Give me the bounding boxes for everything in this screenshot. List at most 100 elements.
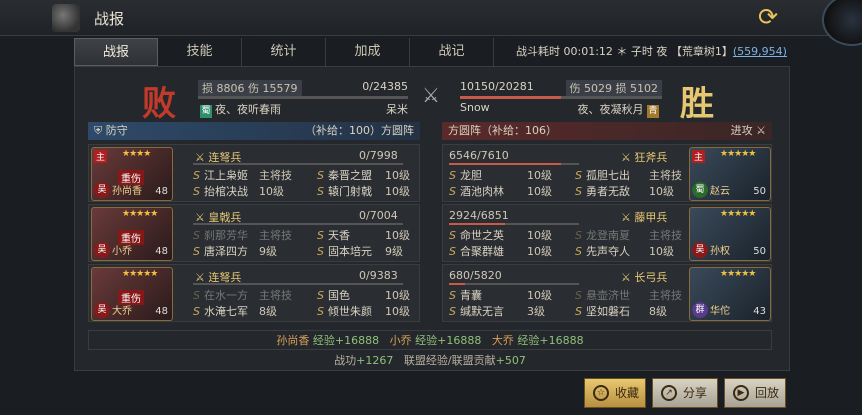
close-icon[interactable]: ⟳ xyxy=(748,4,788,30)
skill-level: 10级 xyxy=(649,185,674,198)
skill-name[interactable]: S 天香 xyxy=(317,227,350,243)
tab-bonus[interactable]: 加成 xyxy=(326,38,410,66)
merit-line: 战功+1267 联盟经验/联盟贡献+507 xyxy=(334,354,526,367)
skill-name[interactable]: S 在水一方 xyxy=(193,287,248,303)
skill-name[interactable]: S 江上枭姬 xyxy=(193,167,248,183)
game-logo-icon xyxy=(52,4,80,32)
window-title: 战报 xyxy=(94,10,125,28)
skill-name[interactable]: S 辕门射戟 xyxy=(317,183,372,199)
left-troops: 0/24385 xyxy=(362,80,408,93)
left-loss: 8806 xyxy=(216,82,245,95)
skill-name[interactable]: S 抬棺决战 xyxy=(193,183,248,199)
faction-badge: 青 xyxy=(647,105,659,118)
skill-name[interactable]: S 勇者无敌 xyxy=(575,183,630,199)
general-card[interactable]: ★★★★★ 吴 孙权 50 2924/6851 ⚔ 藤甲兵 S 命世之英 10级 S… xyxy=(442,204,772,262)
skill-level: 10级 xyxy=(385,289,410,302)
skill-name[interactable]: S 合聚群雄 xyxy=(449,243,504,259)
battle-info: 战斗耗时 00:01:12 ＊ 子时 夜 【荒章树1】(559,954) xyxy=(516,38,787,66)
skill-name[interactable]: S 固本培元 xyxy=(317,243,372,259)
star-rating: ★★★★ xyxy=(122,149,151,159)
skill-name[interactable]: S 倾世朱颜 xyxy=(317,303,372,319)
right-loss: 5102 xyxy=(630,82,658,95)
skill-level: 3级 xyxy=(527,305,545,318)
share-button[interactable]: ↗ 分享 xyxy=(652,378,718,408)
star-rating: ★★★★★ xyxy=(720,269,756,279)
skill-name[interactable]: S 酒池肉林 xyxy=(449,183,504,199)
right-result: 胜 xyxy=(680,84,714,124)
left-city: 呆米 xyxy=(386,103,408,116)
tab-battle-log[interactable]: 战记 xyxy=(410,38,494,66)
skill-name[interactable]: S 国色 xyxy=(317,287,350,303)
skill-name[interactable]: S 孤胆七出 xyxy=(575,167,630,183)
general-portrait[interactable]: ★★★★★ 群 华佗 43 xyxy=(689,267,771,321)
right-player: Snow xyxy=(460,101,490,114)
shield-icon: ⛨ xyxy=(94,124,103,137)
exp-bar: 孙尚香 经验+16888 小乔 经验+16888 大乔 经验+16888 xyxy=(88,330,772,350)
troop-bar xyxy=(193,223,403,225)
right-side-header: 方圆阵（补给：106） 进攻 ⚔ xyxy=(442,122,772,140)
skill-name[interactable]: S 缄默无言 xyxy=(449,303,504,319)
general-level: 43 xyxy=(753,306,766,317)
tab-stats[interactable]: 统计 xyxy=(242,38,326,66)
skill-name[interactable]: S 刹那芳华 xyxy=(193,227,248,243)
battle-time: 战斗耗时 00:01:12 ＊ 子时 夜 【荒章树1】 xyxy=(516,45,733,58)
skill-level: 10级 xyxy=(385,229,410,242)
skill-level: 10级 xyxy=(259,185,284,198)
general-card[interactable]: ★★★★★ 重伤 吴 小乔 48 ⚔ 皇戟兵 0/7004 S 刹那芳华 主将技 S… xyxy=(88,204,420,262)
troop-bar xyxy=(449,283,579,285)
skill-level: 主将技 xyxy=(259,169,292,182)
left-result: 败 xyxy=(142,84,176,124)
coord-link[interactable]: (559,954) xyxy=(733,45,787,58)
leader-tag: 主 xyxy=(692,150,706,163)
general-card[interactable]: 主 ★★★★ 重伤 吴 孙尚香 48 ⚔ 连弩兵 0/7998 S 江上枭姬 主将… xyxy=(88,144,420,202)
right-commander: Snow 夜、夜凝秋月 青 xyxy=(460,101,659,118)
general-card[interactable]: ★★★★★ 重伤 吴 大乔 48 ⚔ 连弩兵 0/9383 S 在水一方 主将技 S… xyxy=(88,264,420,322)
troop-count: 2924/6851 xyxy=(449,209,509,222)
left-damage: 15579 xyxy=(262,82,298,95)
orb-icon[interactable] xyxy=(822,0,862,46)
right-summary: 10150/20281 伤 5029 损 5102 xyxy=(460,80,662,96)
troop-count: 6546/7610 xyxy=(449,149,509,162)
skill-level: 10级 xyxy=(385,169,410,182)
favorite-button[interactable]: ☆ 收藏 xyxy=(584,378,646,408)
skill-name[interactable]: S 秦晋之盟 xyxy=(317,167,372,183)
unit-icon: ⚔ xyxy=(621,271,631,284)
general-card[interactable]: ★★★★★ 群 华佗 43 680/5820 ⚔ 长弓兵 S 青囊 10级 S 悬壶济… xyxy=(442,264,772,322)
skill-level: 10级 xyxy=(527,169,552,182)
star-rating: ★★★★★ xyxy=(720,149,756,159)
sword-icon: ⚔ xyxy=(756,124,766,137)
replay-button[interactable]: ▶ 回放 xyxy=(724,378,786,408)
tab-skills[interactable]: 技能 xyxy=(158,38,242,66)
skill-name[interactable]: S 青囊 xyxy=(449,287,482,303)
star-rating: ★★★★★ xyxy=(720,209,756,219)
skill-level: 10级 xyxy=(649,245,674,258)
skill-level: 10级 xyxy=(527,229,552,242)
camp-badge: 群 xyxy=(692,302,708,318)
unit-type: ⚔ 狂斧兵 xyxy=(621,151,668,164)
troop-bar xyxy=(193,283,403,285)
skill-name[interactable]: S 先声夺人 xyxy=(575,243,630,259)
general-level: 48 xyxy=(155,186,168,197)
leader-tag: 主 xyxy=(94,150,108,163)
unit-icon: ⚔ xyxy=(621,151,631,164)
skill-name[interactable]: S 命世之英 xyxy=(449,227,504,243)
general-portrait[interactable]: ★★★★★ 重伤 吴 小乔 48 xyxy=(91,207,173,261)
troop-count: 0/7004 xyxy=(359,209,398,222)
general-portrait[interactable]: 主 ★★★★★ 蜀 赵云 50 xyxy=(689,147,771,201)
tab-report[interactable]: 战报 xyxy=(74,38,158,66)
general-card[interactable]: 主 ★★★★★ 蜀 赵云 50 6546/7610 ⚔ 狂斧兵 S 龙胆 10级 S… xyxy=(442,144,772,202)
skill-name[interactable]: S 唐泽四方 xyxy=(193,243,248,259)
skill-name[interactable]: S 悬壶济世 xyxy=(575,287,630,303)
general-portrait[interactable]: ★★★★★ 重伤 吴 大乔 48 xyxy=(91,267,173,321)
general-level: 50 xyxy=(753,186,766,197)
general-portrait[interactable]: ★★★★★ 吴 孙权 50 xyxy=(689,207,771,261)
skill-name[interactable]: S 坚如磐石 xyxy=(575,303,630,319)
tab-bar: 战报 技能 统计 加成 战记 战斗耗时 00:01:12 ＊ 子时 夜 【荒章树… xyxy=(74,38,790,66)
skill-level: 10级 xyxy=(385,185,410,198)
general-portrait[interactable]: 主 ★★★★ 重伤 吴 孙尚香 48 xyxy=(91,147,173,201)
skill-name[interactable]: S 水淹七军 xyxy=(193,303,248,319)
skill-level: 主将技 xyxy=(649,169,682,182)
skill-name[interactable]: S 龙胆 xyxy=(449,167,482,183)
skill-level: 10级 xyxy=(385,305,410,318)
skill-name[interactable]: S 龙登南夏 xyxy=(575,227,630,243)
